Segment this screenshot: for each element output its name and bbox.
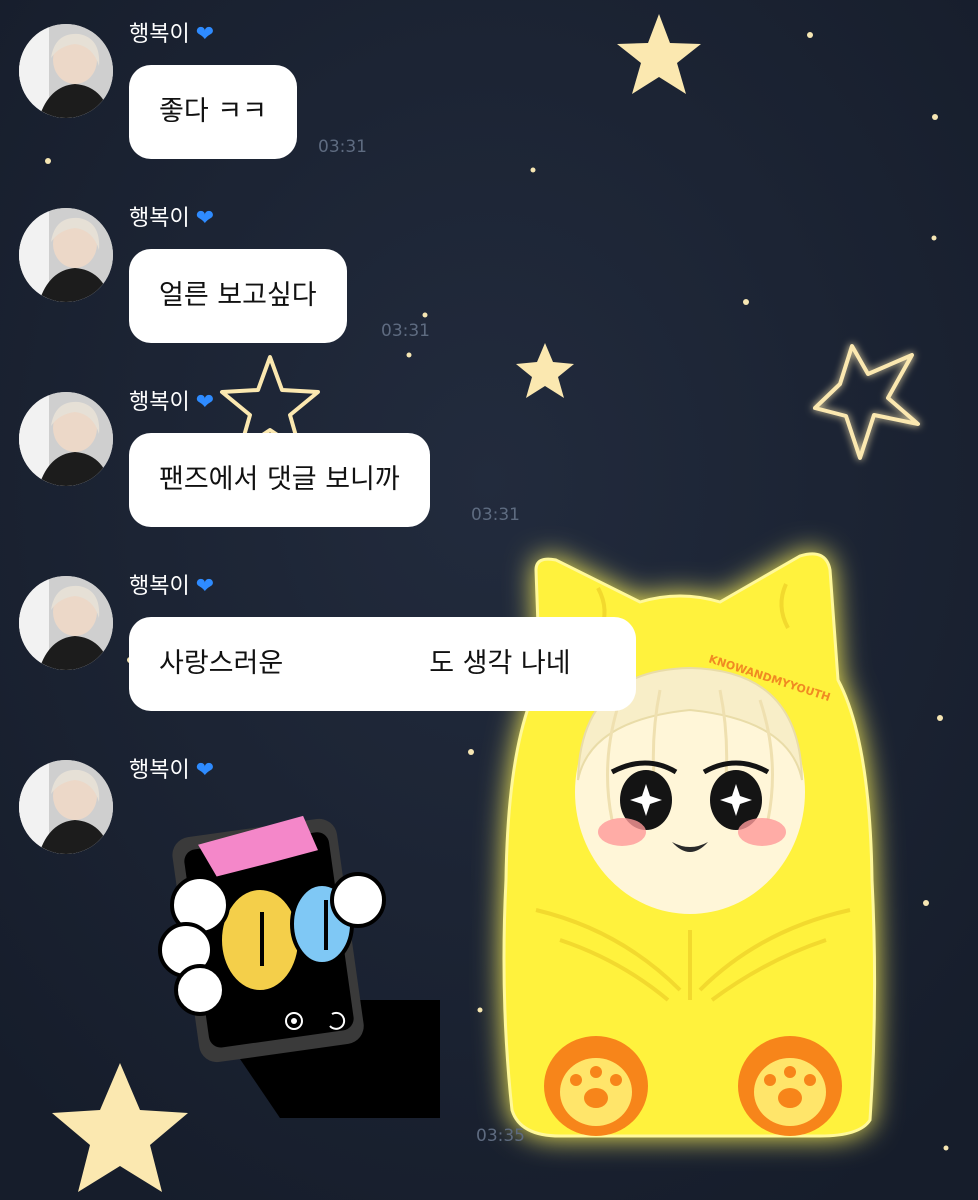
sender-name: 행복이 ❤ (129, 574, 214, 600)
message-text-before: 사랑스러운 (159, 648, 284, 679)
message-text: 팬즈에서 댓글 보니까 (159, 464, 400, 495)
sender-name-text: 행복이 (129, 574, 190, 599)
sender-name: 행복이 ❤ (129, 390, 214, 416)
paw-icon (738, 1036, 842, 1136)
message-time: 03:35 (476, 1126, 525, 1146)
night-sky-background: KNOWANDMYYOUTH (0, 0, 978, 1200)
message-time: 03:31 (471, 505, 520, 525)
blue-heart-icon: ❤ (195, 574, 215, 599)
sender-name-text: 행복이 (129, 758, 190, 783)
blue-heart-icon: ❤ (195, 758, 215, 783)
message-text-after: 도 생각 나네 (429, 648, 571, 679)
message-bubble[interactable]: 좋다 ㅋㅋ (129, 65, 297, 159)
avatar[interactable] (19, 24, 113, 118)
sender-name: 행복이 ❤ (129, 206, 214, 232)
sender-name-text: 행복이 (129, 22, 190, 47)
avatar[interactable] (19, 760, 113, 854)
paw-icon (544, 1036, 648, 1136)
blue-heart-icon: ❤ (195, 22, 215, 47)
avatar[interactable] (19, 392, 113, 486)
message-text: 좋다 ㅋㅋ (159, 96, 267, 127)
sender-name: 행복이 ❤ (129, 22, 214, 48)
blue-heart-icon: ❤ (195, 206, 215, 231)
blue-heart-icon: ❤ (195, 390, 215, 415)
message-bubble[interactable]: 사랑스러운 도 생각 나네 (129, 617, 636, 711)
sender-name: 행복이 ❤ (129, 758, 214, 784)
message-time: 03:31 (318, 137, 367, 157)
sender-name-text: 행복이 (129, 206, 190, 231)
avatar[interactable] (19, 208, 113, 302)
sender-name-text: 행복이 (129, 390, 190, 415)
message-bubble[interactable]: 팬즈에서 댓글 보니까 (129, 433, 430, 527)
avatar[interactable] (19, 576, 113, 670)
message-text: 얼른 보고싶다 (159, 280, 317, 311)
message-bubble[interactable]: 얼른 보고싶다 (129, 249, 347, 343)
message-time: 03:31 (381, 321, 430, 341)
